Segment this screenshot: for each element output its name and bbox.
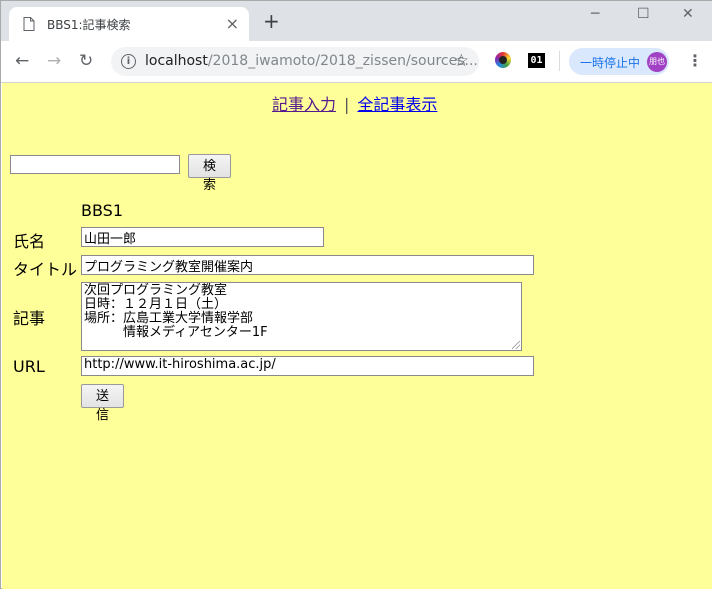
title-label: タイトル <box>13 260 78 279</box>
article-label: 記事 <box>13 309 46 328</box>
article-text: 次回プログラミング教室 日時：１２月１日（土） 場所：広島工業大学情報学部 情報… <box>84 283 268 340</box>
top-nav: 記事入力 | 全記事表示 <box>272 91 437 115</box>
url-text[interactable]: localhost/2018_iwamoto/2018_zissen/sourc… <box>145 53 478 69</box>
toolbar-divider <box>559 51 560 71</box>
profile-avatar: 朋也 <box>647 52 667 72</box>
page-content: 記事入力 | 全記事表示 検索 BBS1 氏名 山田一郎 タイトル プログラミング教… <box>2 83 712 589</box>
reload-icon[interactable]: ↻ <box>79 52 93 70</box>
bookmark-star-icon[interactable]: ☆ <box>454 51 469 71</box>
sync-paused-button[interactable]: 一時停止中 朋也 <box>569 48 669 75</box>
send-button[interactable]: 送信 <box>81 384 124 423</box>
address-bar[interactable]: i localhost/2018_iwamoto/2018_zissen/sou… <box>111 47 479 76</box>
forward-arrow-icon[interactable]: → <box>47 52 61 70</box>
resize-grip-icon[interactable] <box>512 341 520 349</box>
maximize-button[interactable]: ☐ <box>637 6 650 22</box>
back-arrow-icon[interactable]: ← <box>15 52 29 70</box>
post-article-link[interactable]: 記事入力 <box>272 95 336 114</box>
browser-window: BBS1:記事検索 × + ─ ☐ ✕ ← → ↻ i localhost/20… <box>0 0 712 589</box>
extension-badge-icon[interactable]: 01 <box>528 53 545 68</box>
url-field[interactable]: http://www.it-hiroshima.ac.jp/ <box>81 356 534 376</box>
minimize-button[interactable]: ─ <box>591 6 599 22</box>
form-heading: BBS1 <box>81 201 124 220</box>
tab-close-icon[interactable]: × <box>226 14 239 33</box>
article-textarea[interactable]: 次回プログラミング教室 日時：１２月１日（土） 場所：広島工業大学情報学部 情報… <box>81 282 522 351</box>
kebab-menu-icon[interactable]: ⋮ <box>687 51 703 70</box>
search-button[interactable]: 検索 <box>188 154 231 193</box>
tab-strip: BBS1:記事検索 × + ─ ☐ ✕ <box>1 1 712 41</box>
color-extension-icon[interactable] <box>495 52 511 68</box>
browser-tab[interactable]: BBS1:記事検索 × <box>9 7 249 41</box>
new-tab-button[interactable]: + <box>263 11 280 31</box>
pause-label: 一時停止中 <box>580 56 641 70</box>
search-input[interactable] <box>10 155 180 174</box>
nav-separator: | <box>344 95 350 114</box>
tab-title: BBS1:記事検索 <box>47 18 131 32</box>
title-field[interactable]: プログラミング教室開催案内 <box>81 255 534 275</box>
name-field[interactable]: 山田一郎 <box>81 227 324 247</box>
document-icon <box>23 17 35 31</box>
name-label: 氏名 <box>13 232 46 251</box>
info-icon[interactable]: i <box>121 54 136 69</box>
show-all-articles-link[interactable]: 全記事表示 <box>357 95 437 114</box>
close-window-button[interactable]: ✕ <box>682 6 694 22</box>
url-label: URL <box>13 357 45 376</box>
